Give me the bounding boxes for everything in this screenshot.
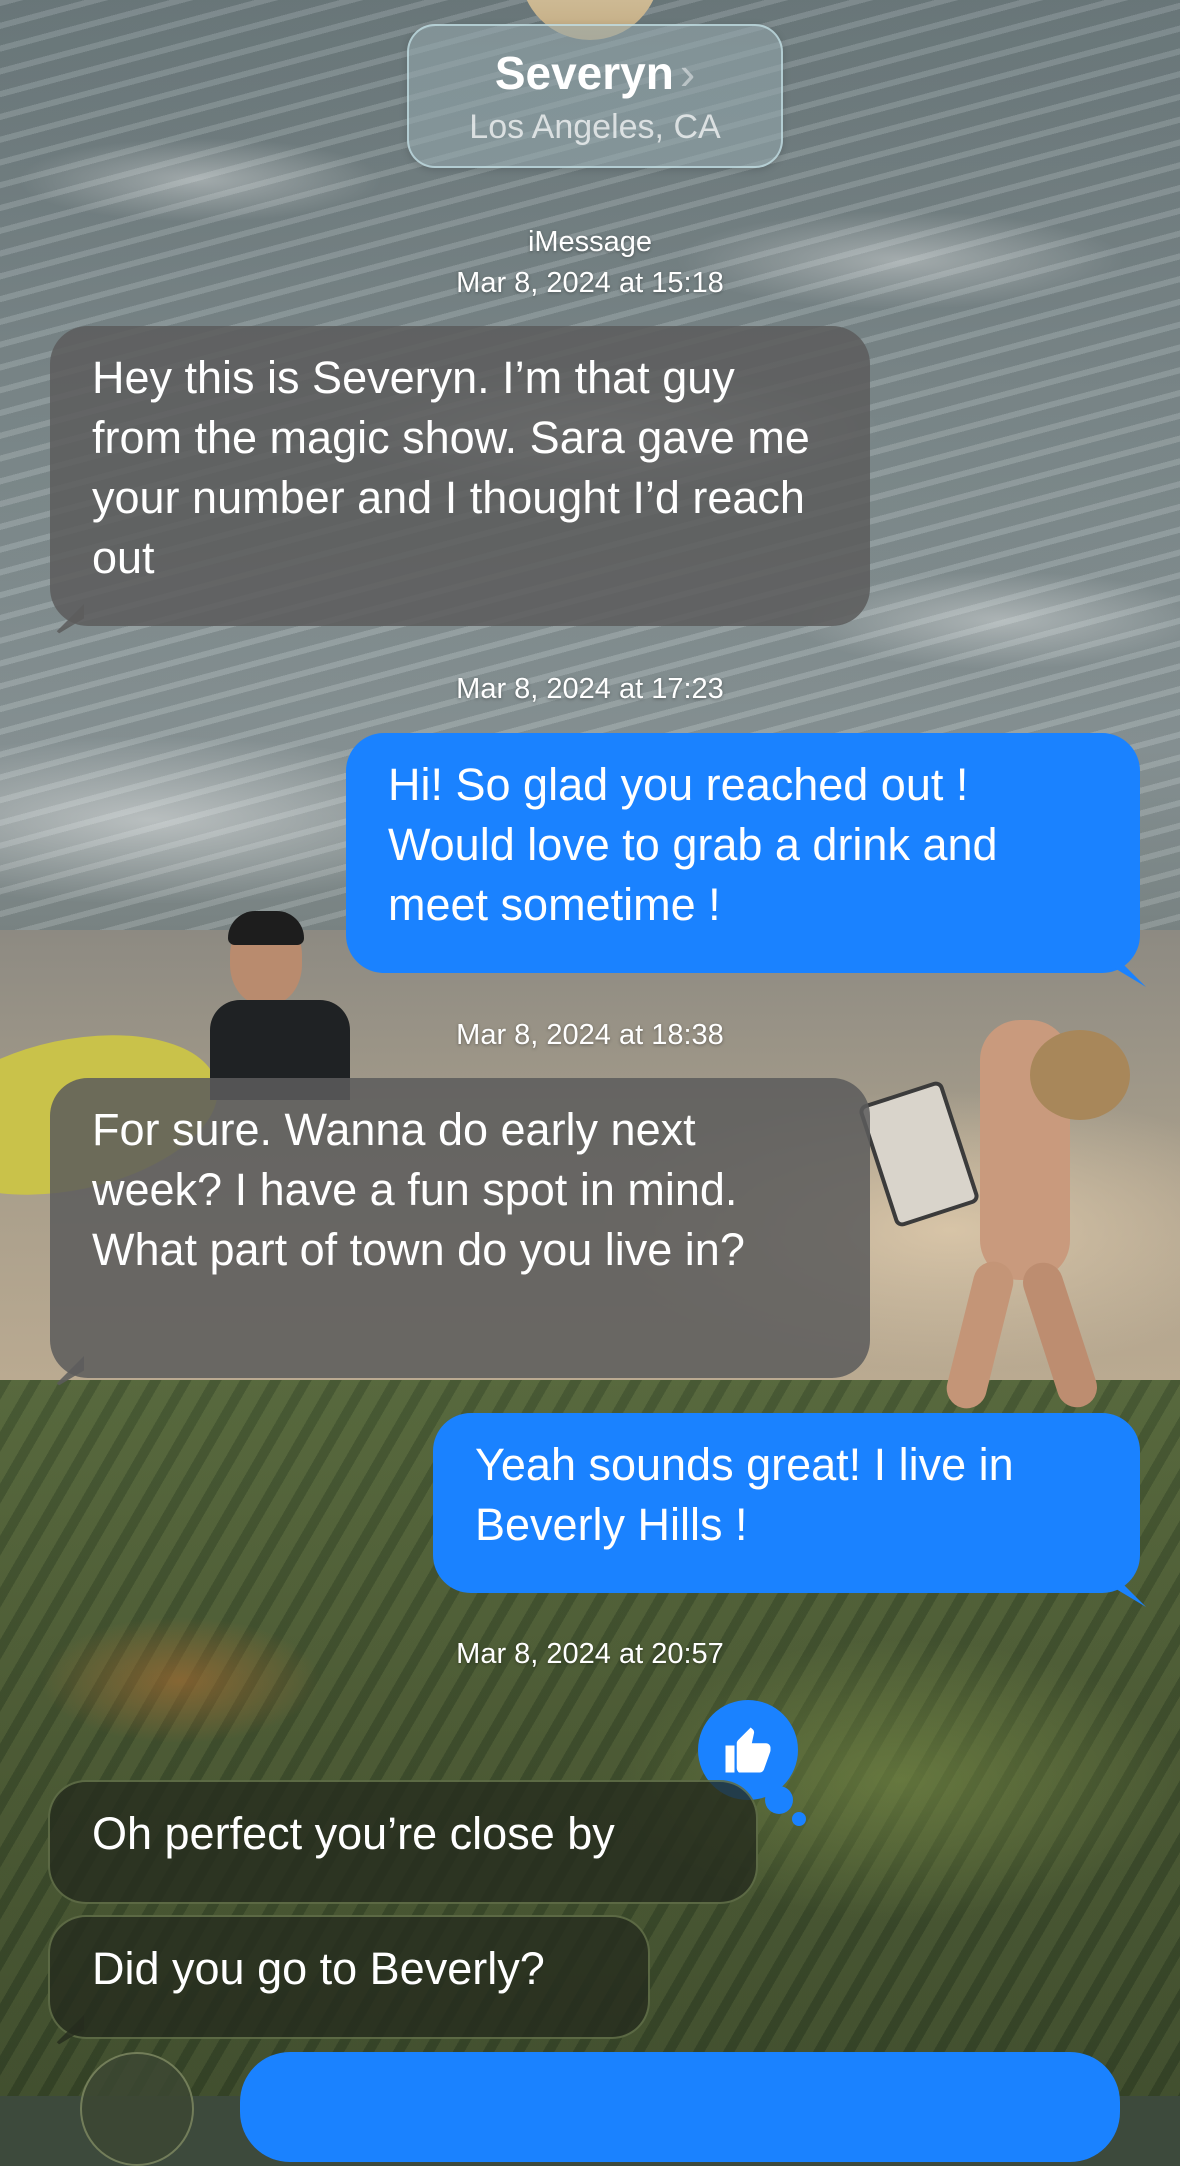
compose-bar	[80, 2052, 1120, 2166]
message-bubble-outgoing[interactable]: Yeah sounds great! I live in Beverly Hil…	[433, 1413, 1146, 1607]
message-bubble-incoming[interactable]: Oh perfect you’re close by	[48, 1780, 758, 1904]
message-text: Yeah sounds great! I live in Beverly Hil…	[475, 1439, 1014, 1550]
thumbs-up-glyph	[725, 1727, 771, 1773]
tapback-tail	[765, 1786, 793, 1814]
message-bubble-outgoing[interactable]: Hi! So glad you reached out ! Would love…	[346, 733, 1146, 987]
contact-header[interactable]: Severyn › Los Angeles, CA	[407, 24, 783, 168]
message-bubble-incoming[interactable]: Did you go to Beverly?	[48, 1915, 650, 2051]
chevron-right-icon: ›	[679, 47, 696, 99]
timestamp: Mar 8, 2024 at 20:57	[456, 1638, 724, 1670]
contact-name: Severyn ›	[494, 47, 696, 99]
message-bubble-incoming[interactable]: For sure. Wanna do early next week? I ha…	[48, 1078, 870, 1392]
message-text: Hi! So glad you reached out ! Would love…	[388, 759, 998, 930]
contact-location: Los Angeles, CA	[469, 108, 721, 146]
message-text: For sure. Wanna do early next week? I ha…	[92, 1104, 745, 1275]
plus-button[interactable]	[80, 2052, 194, 2166]
message-input[interactable]	[240, 2052, 1120, 2162]
tapback-tail	[792, 1812, 806, 1826]
timestamp: Mar 8, 2024 at 17:23	[456, 673, 724, 705]
service-label: iMessage	[527, 226, 653, 258]
background-person-surfer	[210, 911, 350, 1100]
message-bubble-incoming[interactable]: Hey this is Severyn. I’m that guy from t…	[48, 326, 870, 640]
message-text: Oh perfect you’re close by	[92, 1808, 615, 1859]
message-text: Hey this is Severyn. I’m that guy from t…	[92, 352, 810, 583]
timestamp: Mar 8, 2024 at 15:18	[456, 267, 724, 299]
message-text: Did you go to Beverly?	[92, 1943, 545, 1994]
timestamp: Mar 8, 2024 at 18:38	[456, 1019, 724, 1051]
